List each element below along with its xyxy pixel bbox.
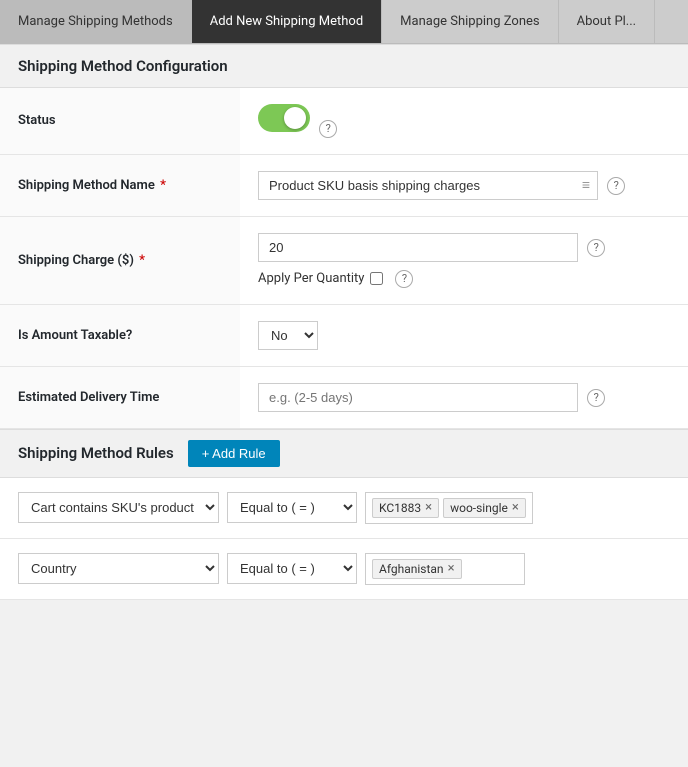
rule-1-tags-container: KC1883 × woo-single × [365,492,533,524]
shipping-method-name-input[interactable] [258,171,598,200]
shipping-method-name-help-icon[interactable]: ? [607,177,625,195]
apply-per-qty-checkbox[interactable] [370,272,383,285]
tab-manage-shipping-methods[interactable]: Manage Shipping Methods [0,0,192,43]
status-help-icon[interactable]: ? [319,120,337,138]
apply-per-quantity-row: Apply Per Quantity ? [258,270,670,288]
is-amount-taxable-row: Is Amount Taxable? No Yes [0,304,688,366]
shipping-method-name-cell: ≡ ? [240,154,688,216]
shipping-method-name-wrapper: ≡ [258,171,598,200]
tag-afghanistan-label: Afghanistan [379,562,444,576]
tag-woo-single-label: woo-single [450,501,508,515]
tag-kc1883-close[interactable]: × [425,501,432,514]
tab-manage-shipping-zones[interactable]: Manage Shipping Zones [382,0,558,43]
tag-kc1883: KC1883 × [372,498,439,518]
tab-add-new-shipping-method[interactable]: Add New Shipping Method [192,0,382,43]
rule-1-condition-select[interactable]: Cart contains SKU's product Country Subt… [18,492,219,523]
list-icon: ≡ [582,177,590,194]
rule-2-condition-select[interactable]: Cart contains SKU's product Country Subt… [18,553,219,584]
rule-2-operator-select[interactable]: Equal to ( = ) Not equal to Contains [227,553,357,584]
status-toggle[interactable] [258,104,310,132]
apply-per-qty-help-icon[interactable]: ? [395,270,413,288]
estimated-delivery-time-input[interactable] [258,383,578,412]
status-label: Status [0,88,240,154]
is-amount-taxable-cell: No Yes [240,304,688,366]
shipping-charge-label: Shipping Charge ($) * [0,216,240,304]
rule-2-tags-container: Afghanistan × [365,553,525,585]
estimated-delivery-time-label: Estimated Delivery Time [0,366,240,428]
tag-woo-single-close[interactable]: × [512,501,519,514]
rule-row-2: Cart contains SKU's product Country Subt… [0,539,688,600]
tab-bar: Manage Shipping Methods Add New Shipping… [0,0,688,44]
rules-section: Shipping Method Rules + Add Rule Cart co… [0,429,688,600]
shipping-method-name-label: Shipping Method Name * [0,154,240,216]
add-rule-button[interactable]: + Add Rule [188,440,280,467]
shipping-method-name-row: Shipping Method Name * ≡ ? [0,154,688,216]
shipping-charge-input[interactable] [258,233,578,262]
rules-header: Shipping Method Rules + Add Rule [0,429,688,478]
section-title: Shipping Method Configuration [0,44,688,88]
toggle-slider [258,104,310,132]
shipping-charge-row: Shipping Charge ($) * ? Apply Per Quanti… [0,216,688,304]
required-star-2: * [139,253,145,268]
configuration-form: Status ? Shipping Method Name * ≡ ? [0,88,688,429]
rules-title: Shipping Method Rules [18,444,174,462]
status-cell: ? [240,88,688,154]
is-amount-taxable-label: Is Amount Taxable? [0,304,240,366]
tag-afghanistan-close[interactable]: × [448,562,455,575]
shipping-charge-cell: ? Apply Per Quantity ? [240,216,688,304]
tag-woo-single: woo-single × [443,498,526,518]
tab-about[interactable]: About Pl... [559,0,655,43]
estimated-delivery-time-help-icon[interactable]: ? [587,389,605,407]
required-star: * [160,178,166,193]
status-row: Status ? [0,88,688,154]
main-content: Shipping Method Configuration Status ? S… [0,44,688,600]
rule-row-1: Cart contains SKU's product Country Subt… [0,478,688,539]
tag-kc1883-label: KC1883 [379,501,421,515]
is-amount-taxable-select[interactable]: No Yes [258,321,318,350]
shipping-charge-help-icon[interactable]: ? [587,239,605,257]
apply-per-qty-label: Apply Per Quantity [258,271,364,286]
tag-afghanistan: Afghanistan × [372,559,462,579]
estimated-delivery-time-row: Estimated Delivery Time ? [0,366,688,428]
rule-1-operator-select[interactable]: Equal to ( = ) Not equal to Contains [227,492,357,523]
estimated-delivery-time-cell: ? [240,366,688,428]
